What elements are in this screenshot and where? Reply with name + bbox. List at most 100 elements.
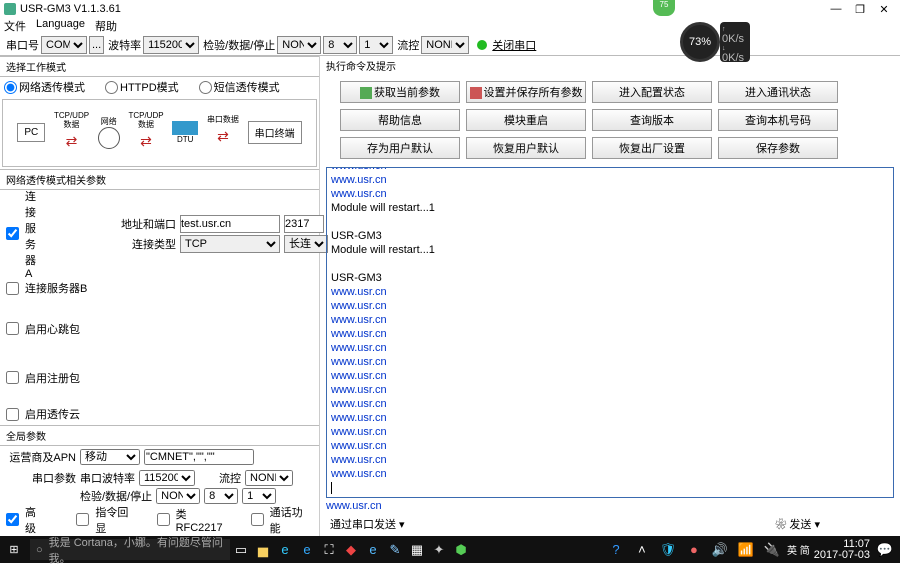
- tb-edge-icon[interactable]: e: [274, 542, 296, 557]
- btn-set-save-params[interactable]: 设置并保存所有参数: [466, 81, 586, 103]
- console-line: www.usr.cn: [331, 397, 889, 411]
- diagram-tcpudp-left: TCP/UDP 数据: [54, 111, 89, 129]
- btn-help[interactable]: 帮助信息: [340, 109, 460, 131]
- tray-vol-icon[interactable]: 🔊: [709, 542, 731, 558]
- apn-op-select[interactable]: 移动: [80, 449, 140, 465]
- tb-folder-icon[interactable]: ▅: [252, 542, 274, 558]
- netspeed-widget[interactable]: ↑ 0K/s ↓ 0K/s: [720, 22, 750, 62]
- tray-power-icon[interactable]: 🔌: [761, 542, 783, 558]
- port-select[interactable]: COM3: [41, 36, 87, 54]
- echo-check[interactable]: [76, 513, 89, 526]
- sdata-select[interactable]: 8: [204, 488, 238, 504]
- baud-select[interactable]: 115200: [143, 36, 199, 54]
- btn-save-params[interactable]: 保存参数: [718, 137, 838, 159]
- diagram-serialdata: 串口数据: [207, 115, 239, 124]
- console-output[interactable]: www.usr.cnwww.usr.cnwww.usr.cnwww.usr.cn…: [326, 167, 894, 498]
- gauge-widget[interactable]: 73%: [680, 22, 720, 62]
- menu-language[interactable]: Language: [36, 18, 85, 34]
- maximize-button[interactable]: ❐: [848, 3, 872, 16]
- app-icon: [4, 3, 16, 15]
- tb-usr-icon[interactable]: ⬢: [450, 542, 472, 558]
- heartbeat-check[interactable]: [6, 322, 19, 335]
- tb-store-icon[interactable]: ⛶: [318, 542, 340, 558]
- parity-select[interactable]: NONE: [277, 36, 321, 54]
- conntype-select[interactable]: TCP: [180, 235, 280, 253]
- console-line: www.usr.cn: [331, 299, 889, 313]
- console-line: www.usr.cn: [331, 453, 889, 467]
- tray-ime[interactable]: 英 简: [787, 542, 810, 557]
- tb-app2-icon[interactable]: ✎: [384, 542, 406, 558]
- minimize-button[interactable]: —: [824, 3, 848, 15]
- port-input[interactable]: [284, 215, 324, 233]
- server-a-check[interactable]: [6, 227, 19, 240]
- windows-taskbar: ⊞ ○ 我是 Cortana，小娜。有问题尽管问我。 ▭ ▅ e e ⛶ ◆ e…: [0, 536, 900, 563]
- save-icon: [470, 87, 482, 99]
- btn-enter-comm[interactable]: 进入通讯状态: [718, 81, 838, 103]
- console-line: Module will restart...1: [331, 201, 889, 215]
- btn-save-user-default[interactable]: 存为用户默认: [340, 137, 460, 159]
- window-title: USR-GM3 V1.1.3.61: [20, 3, 824, 15]
- console-line: www.usr.cn: [331, 355, 889, 369]
- tray-up-icon[interactable]: ˄: [631, 542, 653, 557]
- sflow-select[interactable]: NONE: [245, 470, 293, 486]
- port-more-button[interactable]: ...: [89, 36, 104, 54]
- menu-file[interactable]: 文件: [4, 18, 26, 34]
- btn-restore-user-default[interactable]: 恢复用户默认: [466, 137, 586, 159]
- cortana-search[interactable]: ○ 我是 Cortana，小娜。有问题尽管问我。: [30, 539, 230, 560]
- sstop-select[interactable]: 1: [242, 488, 276, 504]
- rfc-check[interactable]: [157, 513, 170, 526]
- start-button[interactable]: ⊞: [0, 543, 28, 556]
- cloud-label: 启用透传云: [25, 406, 80, 422]
- arrow-icon: ⇄: [217, 128, 229, 145]
- mode-sms-radio[interactable]: 短信透传模式: [199, 79, 280, 95]
- global-legend: 全局参数: [0, 425, 319, 446]
- btn-query-number[interactable]: 查询本机号码: [718, 109, 838, 131]
- btn-factory-reset[interactable]: 恢复出厂设置: [592, 137, 712, 159]
- sbaud-select[interactable]: 115200: [139, 470, 195, 486]
- console-line: Module will restart...1: [331, 243, 889, 257]
- notifications-icon[interactable]: 💬: [874, 542, 896, 558]
- tray-360-icon[interactable]: 🛡: [657, 542, 679, 558]
- serial-label: 串口参数: [6, 470, 76, 486]
- console-line: www.usr.cn: [331, 313, 889, 327]
- menu-help[interactable]: 帮助: [95, 18, 117, 34]
- baud-label: 波特率: [108, 37, 141, 53]
- apn-input[interactable]: [144, 449, 254, 465]
- register-check[interactable]: [6, 371, 19, 384]
- send-button[interactable]: ❀ 发送 ▾: [775, 516, 820, 532]
- close-button[interactable]: ✕: [872, 3, 896, 16]
- sparity-select[interactable]: NONE: [156, 488, 200, 504]
- callfunc-check[interactable]: [251, 513, 264, 526]
- tray-icon[interactable]: ?: [605, 542, 627, 557]
- tb-calc-icon[interactable]: ▦: [406, 542, 428, 558]
- mode-httpd-radio[interactable]: HTTPD模式: [105, 79, 179, 95]
- system-tray: ? ˄ 🛡 ● 🔊 📶 🔌 英 简 11:07 2017-07-03 💬: [605, 539, 900, 561]
- addr-input[interactable]: [180, 215, 280, 233]
- taskbar-clock[interactable]: 11:07 2017-07-03: [814, 539, 870, 561]
- advanced-check[interactable]: [6, 513, 19, 526]
- btn-get-params[interactable]: 获取当前参数: [340, 81, 460, 103]
- taskview-icon[interactable]: ▭: [230, 542, 252, 558]
- btn-enter-config[interactable]: 进入配置状态: [592, 81, 712, 103]
- server-b-check[interactable]: [6, 282, 19, 295]
- tray-app-icon[interactable]: ●: [683, 542, 705, 557]
- tb-ie2-icon[interactable]: e: [362, 542, 384, 557]
- cortana-placeholder: 我是 Cortana，小娜。有问题尽管问我。: [49, 534, 224, 566]
- close-port-button[interactable]: 关闭串口: [490, 36, 538, 54]
- parity-label: 检验/数据/停止: [203, 37, 275, 53]
- cloud-check[interactable]: [6, 408, 19, 421]
- console-line: www.usr.cn: [331, 383, 889, 397]
- mode-net-radio[interactable]: 网络透传模式: [4, 79, 85, 95]
- tb-app3-icon[interactable]: ✦: [428, 542, 450, 558]
- btn-restart[interactable]: 模块重启: [466, 109, 586, 131]
- send-mode-select[interactable]: 通过串口发送 ▾: [330, 516, 405, 532]
- flow-select[interactable]: NONE: [421, 36, 469, 54]
- databits-select[interactable]: 8: [323, 36, 357, 54]
- tb-ie-icon[interactable]: e: [296, 542, 318, 557]
- stopbits-select[interactable]: 1: [359, 36, 393, 54]
- console-line: www.usr.cn: [331, 467, 889, 481]
- tray-net-icon[interactable]: 📶: [735, 542, 757, 558]
- tb-app1-icon[interactable]: ◆: [340, 542, 362, 558]
- diagram-tcpudp-right: TCP/UDP 数据: [128, 111, 163, 129]
- btn-query-version[interactable]: 查询版本: [592, 109, 712, 131]
